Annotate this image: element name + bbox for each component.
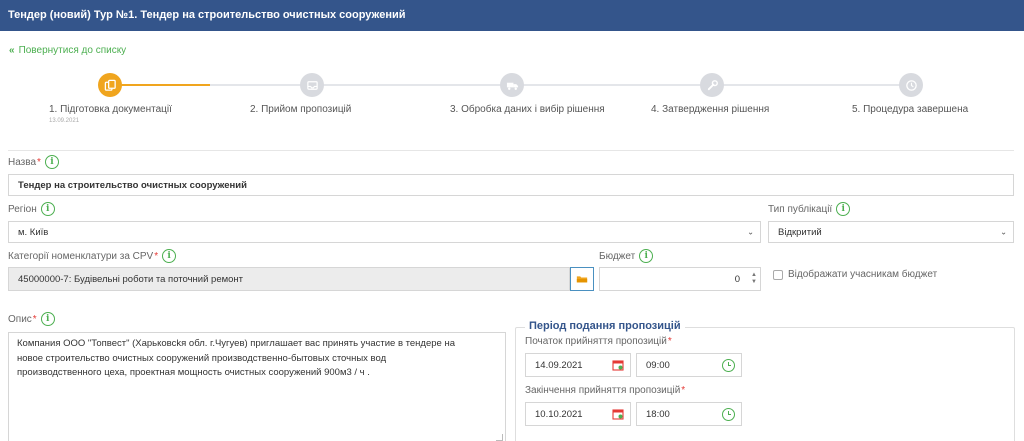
required-marker: *	[681, 385, 686, 396]
clock-icon[interactable]	[722, 359, 735, 372]
required-marker: *	[154, 250, 159, 262]
end-time-input[interactable]: 18:00	[636, 402, 742, 426]
calendar-icon[interactable]	[612, 408, 624, 420]
chevron-down-icon: ⌄	[747, 227, 754, 237]
step-5-label: 5. Процедура завершена	[852, 104, 969, 115]
end-time-value: 18:00	[646, 408, 670, 420]
info-icon[interactable]: i	[40, 312, 55, 326]
region-select[interactable]: м. Київ ⌄	[8, 221, 761, 243]
calendar-icon[interactable]	[612, 359, 624, 371]
start-date-value: 14.09.2021	[535, 359, 583, 371]
description-textarea[interactable]: Компания ООО "Топвест" (Харьковсkя обл. …	[8, 332, 506, 441]
show-budget-checkbox[interactable]	[773, 270, 783, 280]
start-time-input[interactable]: 09:00	[636, 353, 742, 377]
cpv-label-text: Категорії номенклатури за CPV	[8, 250, 154, 262]
required-marker: *	[667, 336, 672, 347]
step-5-clock-icon[interactable]	[899, 73, 923, 97]
description-line: производственного цеха, проектная мощнос…	[17, 367, 370, 378]
publication-type-label-text: Тип публікації	[768, 203, 833, 215]
region-select-value: м. Київ	[18, 226, 49, 238]
divider	[8, 150, 1014, 151]
folder-icon	[576, 276, 588, 283]
show-budget-label-text: Відображати учасникам бюджет	[788, 269, 938, 280]
step-3-label: 3. Обробка даних і вибір рішення	[450, 104, 605, 115]
cpv-select-button[interactable]	[570, 267, 594, 291]
description-line: Компания ООО "Топвест" (Харьковсkя обл. …	[17, 338, 455, 349]
budget-value: 0	[734, 273, 740, 285]
description-label-text: Опис	[8, 313, 32, 325]
spinner-down-icon[interactable]: ▼	[751, 279, 757, 286]
start-time-value: 09:00	[646, 359, 670, 371]
clock-icon[interactable]	[722, 408, 735, 421]
start-label: Початок прийняття пропозицій *	[525, 336, 672, 347]
step-1-copy-icon[interactable]	[98, 73, 122, 97]
proposal-period-title: Період подання пропозицій	[525, 320, 685, 332]
cpv-value: 45000000-7: Будівельні роботи та поточни…	[18, 273, 244, 285]
cpv-label: Категорії номенклатури за CPV * i	[8, 249, 177, 263]
start-date-input[interactable]: 14.09.2021	[525, 353, 631, 377]
description-line: новое строительство очистных сооружений …	[17, 352, 387, 364]
required-marker: *	[32, 313, 37, 325]
stepper-track-progress	[110, 84, 210, 86]
description-label: Опис * i	[8, 312, 55, 326]
resize-handle[interactable]	[496, 434, 503, 441]
publication-type-label: Тип публікації i	[768, 202, 851, 216]
required-marker: *	[37, 156, 41, 168]
step-4-wrench-icon[interactable]	[700, 73, 724, 97]
cpv-input[interactable]: 45000000-7: Будівельні роботи та поточни…	[8, 267, 570, 291]
step-2-label: 2. Прийом пропозицій	[250, 104, 352, 115]
budget-label: Бюджет i	[599, 249, 654, 263]
name-label-text: Назва	[8, 156, 37, 168]
info-icon[interactable]: i	[162, 249, 177, 263]
end-label: Закінчення прийняття пропозицій *	[525, 385, 685, 396]
end-label-text: Закінчення прийняття пропозицій	[525, 385, 681, 396]
chevron-down-icon: ⌄	[1000, 227, 1007, 237]
info-icon[interactable]: i	[40, 202, 55, 216]
step-2-inbox-icon[interactable]	[300, 73, 324, 97]
budget-label-text: Бюджет	[599, 250, 636, 262]
name-input[interactable]: Тендер на строительство очистных сооруже…	[8, 174, 1014, 196]
budget-input[interactable]: 0 ▲ ▼	[599, 267, 761, 291]
spinner-up-icon[interactable]: ▲	[751, 272, 757, 279]
step-1-date: 13.09.2021	[49, 118, 80, 124]
name-input-value: Тендер на строительство очистных сооруже…	[18, 179, 247, 191]
info-icon[interactable]: i	[639, 249, 654, 263]
publication-type-select[interactable]: Відкритий ⌄	[768, 221, 1014, 243]
end-date-value: 10.10.2021	[535, 408, 583, 420]
show-budget-label[interactable]: Відображати учасникам бюджет	[788, 269, 937, 280]
end-date-input[interactable]: 10.10.2021	[525, 402, 631, 426]
start-label-text: Початок прийняття пропозицій	[525, 336, 667, 347]
region-label: Регіон i	[8, 202, 55, 216]
info-icon[interactable]: i	[836, 202, 851, 216]
step-1-label: 1. Підготовка документації	[49, 104, 172, 115]
back-link-label: Повернутися до списку	[18, 45, 127, 56]
back-to-list-link[interactable]: «Повернутися до списку	[9, 45, 126, 56]
window-title: Тендер (новий) Тур №1. Тендер на строите…	[0, 0, 1024, 31]
publication-type-value: Відкритий	[778, 226, 822, 238]
region-label-text: Регіон	[8, 203, 37, 215]
double-chevron-left-icon: «	[9, 45, 15, 56]
step-4-label: 4. Затвердження рішення	[651, 104, 770, 115]
step-3-truck-icon[interactable]	[500, 73, 524, 97]
name-label: Назва * i	[8, 155, 59, 169]
info-icon[interactable]: i	[44, 155, 59, 169]
budget-spinner[interactable]: ▲ ▼	[751, 272, 757, 286]
